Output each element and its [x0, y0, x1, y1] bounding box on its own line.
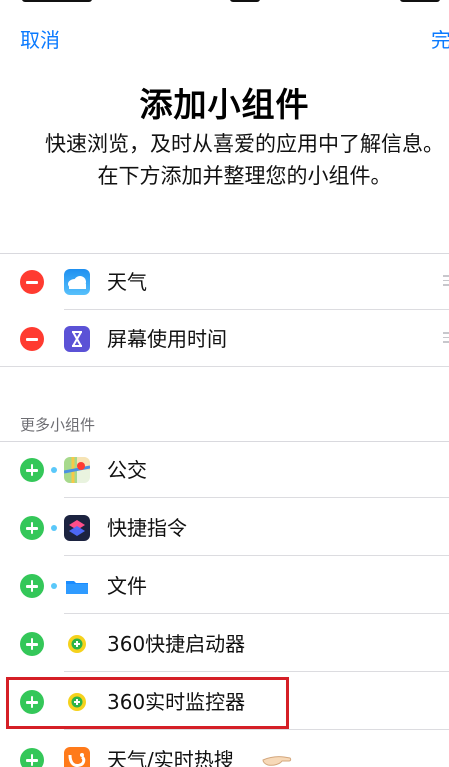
divider	[64, 613, 449, 614]
widget-label: 屏幕使用时间	[107, 327, 227, 351]
files-icon	[64, 573, 90, 599]
add-button[interactable]	[20, 458, 44, 482]
status-bar	[0, 0, 449, 8]
widget-label: 公交	[107, 458, 147, 482]
maps-icon	[64, 457, 90, 483]
divider	[64, 671, 449, 672]
screen-time-icon	[64, 326, 90, 352]
uc-browser-icon	[64, 747, 90, 767]
widget-label: 快捷指令	[107, 516, 187, 540]
weather-icon	[64, 269, 90, 295]
new-indicator-dot	[51, 467, 57, 473]
divider	[64, 729, 449, 730]
widget-editor-screen: 取消 完 添加小组件 快速浏览，及时从喜爱的应用中了解信息。在下方添加并整理您的…	[0, 0, 449, 767]
widget-label: 360快捷启动器	[107, 632, 246, 656]
page-subtitle: 快速浏览，及时从喜爱的应用中了解信息。在下方添加并整理您的小组件。	[45, 132, 444, 188]
pointing-hand-icon	[262, 752, 292, 766]
shortcuts-icon	[64, 515, 90, 541]
add-button[interactable]	[20, 574, 44, 598]
widget-row-weather: 天气	[0, 254, 449, 310]
add-button[interactable]	[20, 516, 44, 540]
widget-row-360-launcher[interactable]: 360快捷启动器	[0, 616, 449, 672]
360-icon	[64, 631, 90, 657]
widget-row-files[interactable]: 文件	[0, 558, 449, 614]
remove-button[interactable]	[20, 327, 44, 351]
reorder-handle[interactable]	[443, 275, 449, 289]
widget-row-weather-trending[interactable]: 天气/实时热搜	[0, 732, 449, 767]
divider	[0, 366, 449, 367]
remove-button[interactable]	[20, 270, 44, 294]
widget-row-transit[interactable]: 公交	[0, 442, 449, 498]
widget-label: 天气/实时热搜	[107, 748, 234, 767]
new-indicator-dot	[51, 525, 57, 531]
page-title: 添加小组件	[139, 85, 310, 124]
widget-row-shortcuts[interactable]: 快捷指令	[0, 500, 449, 556]
add-button[interactable]	[20, 632, 44, 656]
divider	[64, 309, 449, 310]
widget-label: 天气	[107, 270, 147, 294]
divider	[64, 497, 449, 498]
new-indicator-dot	[51, 583, 57, 589]
section-header: 更多小组件	[20, 416, 96, 434]
highlight-annotation	[6, 677, 289, 729]
add-button[interactable]	[20, 748, 44, 767]
cancel-button[interactable]: 取消	[20, 24, 60, 53]
reorder-handle[interactable]	[443, 332, 449, 346]
divider	[64, 555, 449, 556]
widget-label: 文件	[107, 574, 147, 598]
widget-row-screen-time: 屏幕使用时间	[0, 311, 449, 367]
done-button[interactable]: 完	[431, 24, 449, 53]
